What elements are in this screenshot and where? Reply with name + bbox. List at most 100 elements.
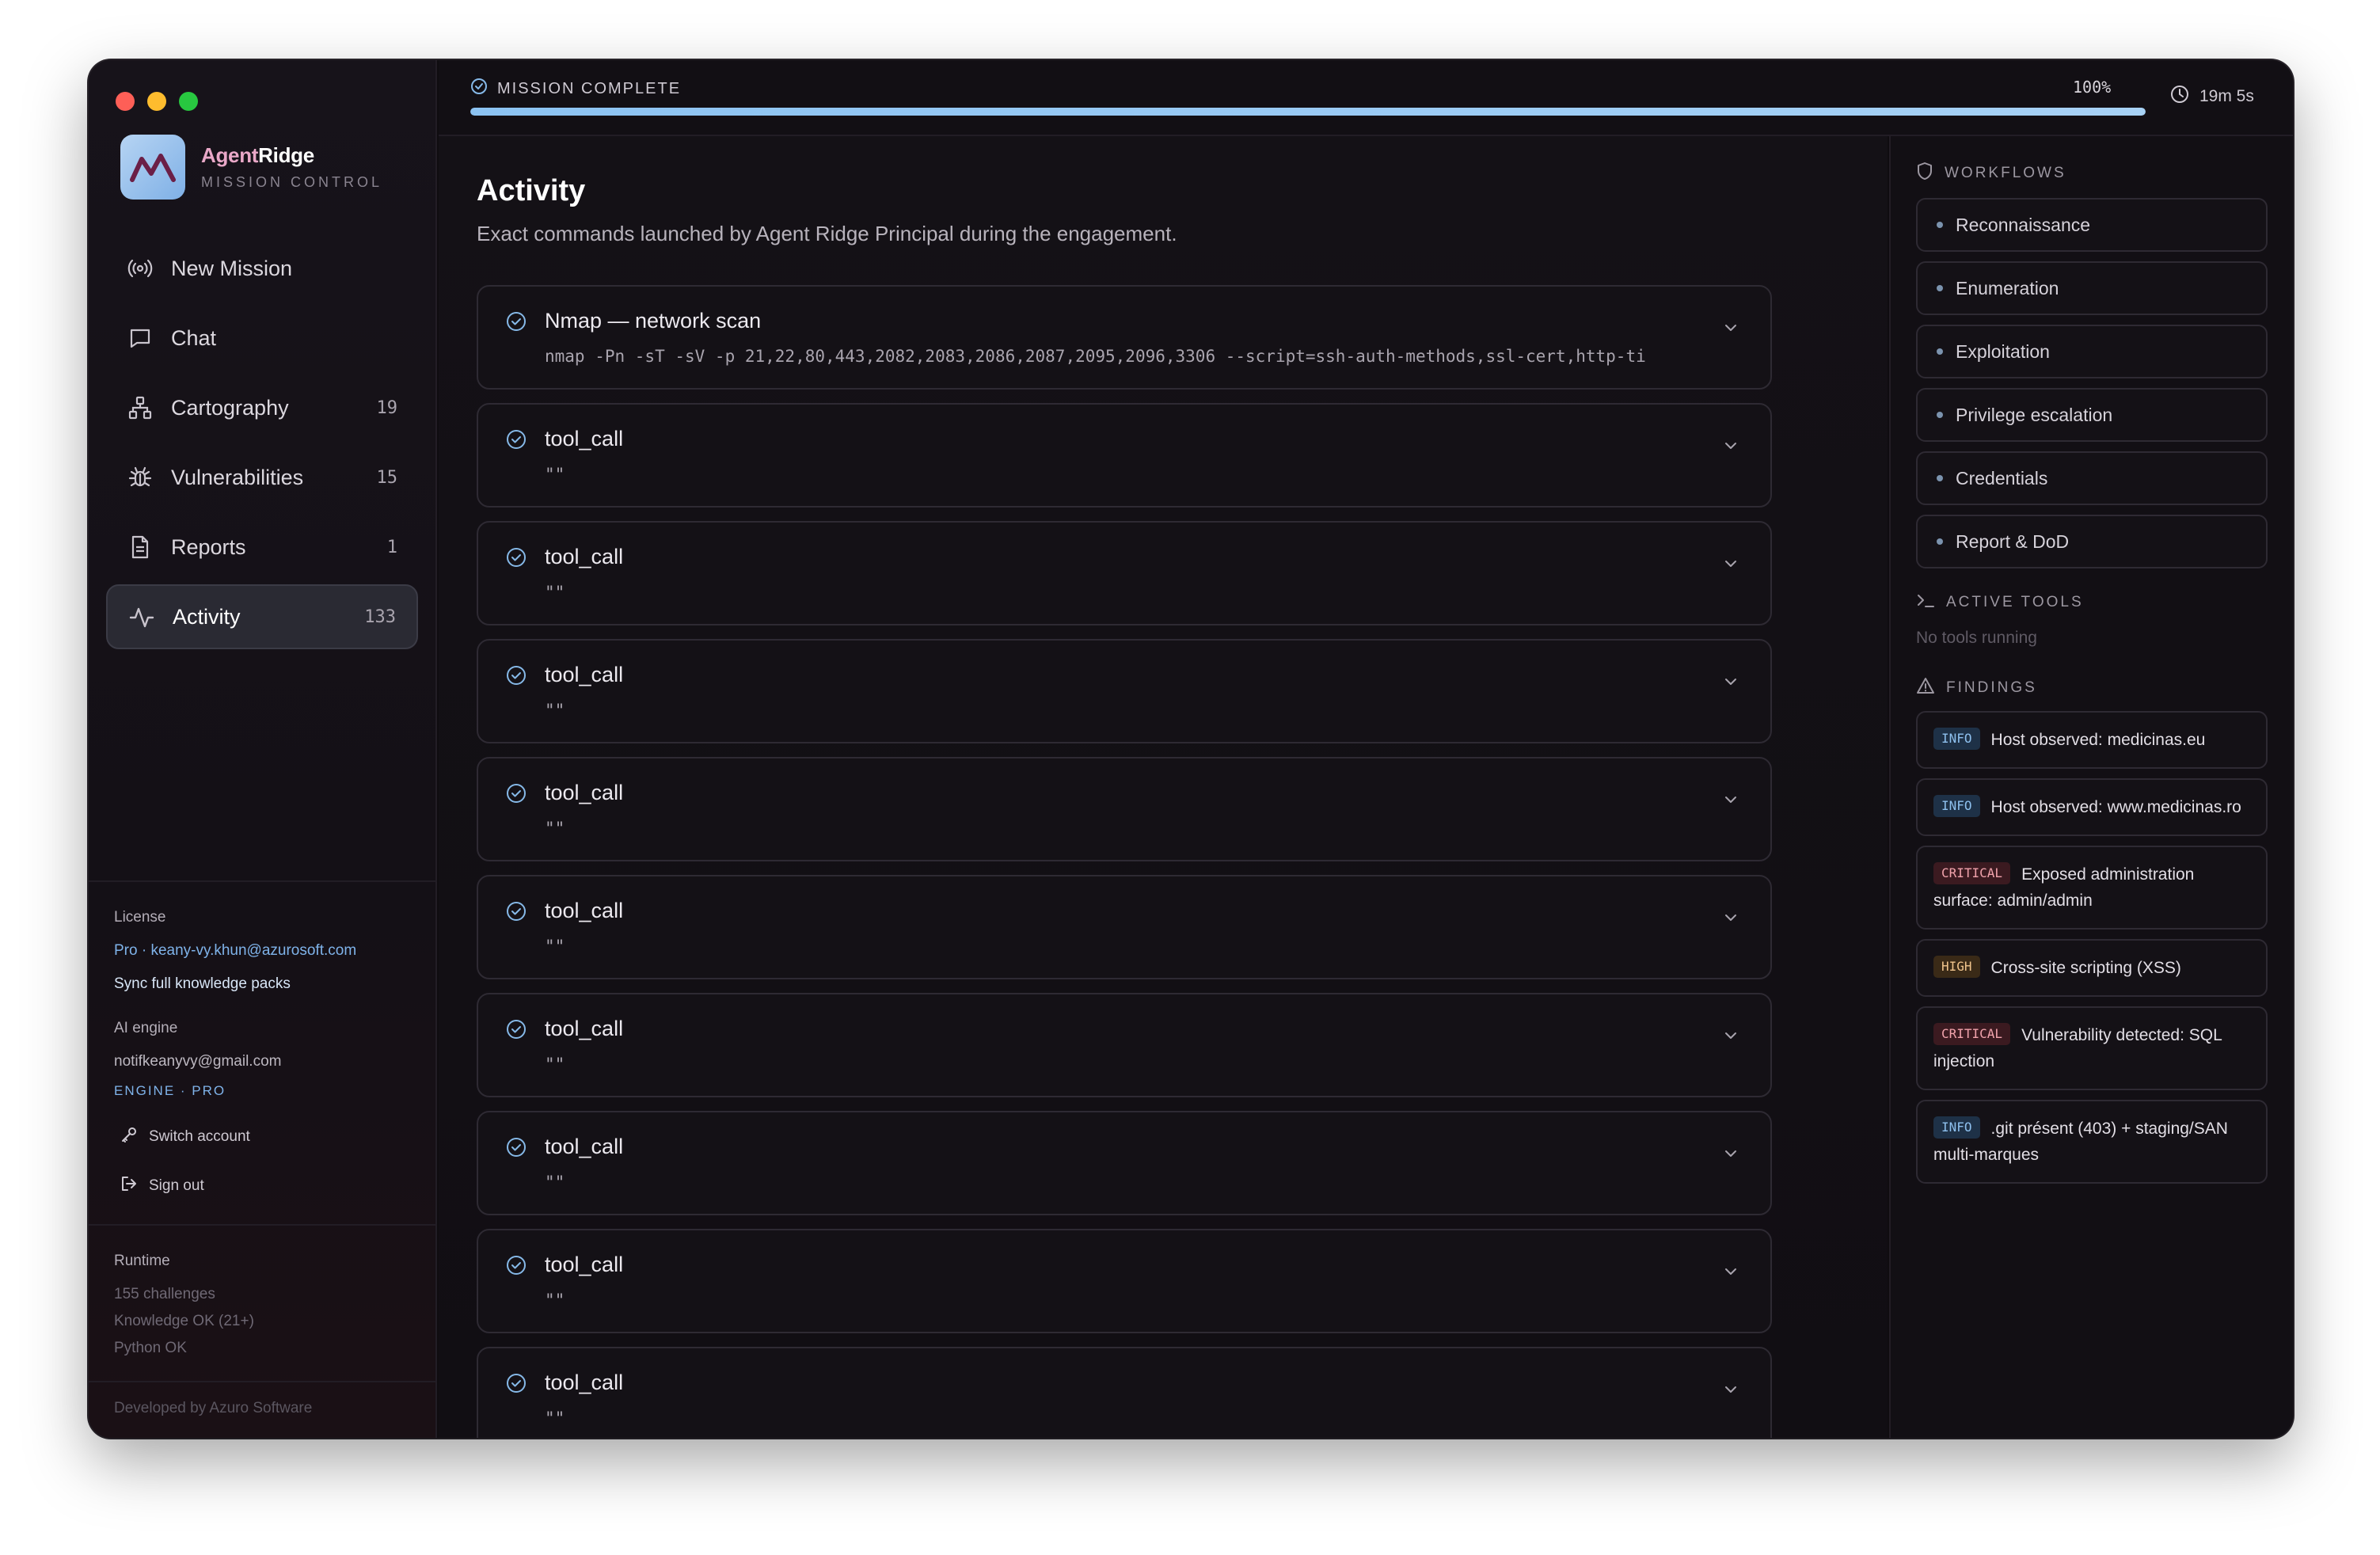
runtime-line: Knowledge OK (21+) (114, 1313, 254, 1329)
sidebar-item-new-mission[interactable]: New Mission (106, 236, 418, 301)
sidebar-nav: New Mission Chat Cartography 19 Vulnerab… (106, 236, 418, 654)
sidebar-item-count: 1 (386, 537, 397, 557)
check-circle-icon (505, 546, 527, 568)
findings-title: FINDINGS (1946, 679, 2037, 696)
chevron-down-icon[interactable] (1721, 672, 1740, 691)
activity-icon (128, 603, 155, 630)
status-dot (1937, 475, 1943, 481)
finding-item[interactable]: INFO Host observed: www.medicinas.ro (1916, 778, 2268, 836)
runtime-line: Python OK (114, 1340, 187, 1356)
switch-account-label: Switch account (149, 1128, 250, 1145)
elapsed-timer: 19m 5s (2169, 84, 2254, 109)
activity-item[interactable]: tool_call "" (477, 403, 1772, 508)
activity-item-command: "" (545, 1173, 565, 1192)
activity-item[interactable]: tool_call "" (477, 757, 1772, 861)
brand-name: AgentRidge (201, 143, 314, 167)
status-dot (1937, 412, 1943, 418)
activity-item[interactable]: tool_call "" (477, 1111, 1772, 1215)
finding-item[interactable]: INFO Host observed: medicinas.eu (1916, 711, 2268, 769)
mountain-logo-icon (120, 135, 185, 200)
finding-item[interactable]: INFO .git présent (403) + staging/SAN mul… (1916, 1100, 2268, 1184)
chevron-down-icon[interactable] (1721, 1026, 1740, 1045)
severity-badge: INFO (1933, 795, 1980, 818)
check-circle-icon (505, 900, 527, 922)
chevron-down-icon[interactable] (1721, 436, 1740, 455)
chevron-down-icon[interactable] (1721, 554, 1740, 573)
sidebar-item-reports[interactable]: Reports 1 (106, 515, 418, 580)
key-icon (120, 1126, 138, 1148)
status-dot (1937, 222, 1943, 228)
check-circle-icon (505, 1372, 527, 1394)
runtime-label: Runtime (114, 1253, 170, 1269)
sidebar-item-chat[interactable]: Chat (106, 306, 418, 371)
elapsed-time: 19m 5s (2199, 87, 2254, 105)
finding-item[interactable]: CRITICAL Vulnerability detected: SQL inje… (1916, 1006, 2268, 1090)
sidebar-item-vulnerabilities[interactable]: Vulnerabilities 15 (106, 445, 418, 510)
sign-out-button[interactable]: Sign out (114, 1175, 410, 1197)
chevron-down-icon[interactable] (1721, 318, 1740, 337)
activity-item-command: "" (545, 1409, 565, 1428)
finding-item[interactable]: CRITICAL Exposed administration surface: … (1916, 846, 2268, 930)
minimize-window-button[interactable] (147, 92, 166, 111)
mission-status-label: MISSION COMPLETE (497, 79, 682, 97)
finding-text: Cross-site scripting (XSS) (1990, 959, 2181, 977)
finding-item[interactable]: HIGH Cross-site scripting (XSS) (1916, 939, 2268, 997)
sync-knowledge-link[interactable]: Sync full knowledge packs (114, 975, 410, 993)
sign-out-icon (120, 1175, 138, 1197)
license-value-link[interactable]: Pro · keany-vy.khun@azurosoft.com (114, 942, 410, 960)
sidebar-item-activity[interactable]: Activity 133 (106, 584, 418, 649)
activity-main: Activity Exact commands launched by Agen… (439, 136, 1888, 1438)
chevron-down-icon[interactable] (1721, 1380, 1740, 1399)
sidebar-item-label: Reports (171, 534, 246, 559)
activity-list: Nmap — network scan nmap -Pn -sT -sV -p 2… (477, 285, 1772, 1438)
activity-item[interactable]: tool_call "" (477, 993, 1772, 1097)
activity-item-command: "" (545, 465, 565, 484)
workflow-label: Credentials (1956, 467, 2048, 489)
chevron-down-icon[interactable] (1721, 1144, 1740, 1163)
workflow-item[interactable]: Report & DoD (1916, 515, 2268, 568)
workflow-label: Report & DoD (1956, 530, 2070, 552)
close-window-button[interactable] (116, 92, 135, 111)
activity-item[interactable]: tool_call "" (477, 639, 1772, 743)
workflow-list: Reconnaissance Enumeration Exploitation Pri… (1916, 198, 2268, 568)
activity-item-title: tool_call (545, 663, 624, 686)
page-subtitle: Exact commands launched by Agent Ridge P… (477, 222, 1177, 245)
activity-item-title: tool_call (545, 1135, 624, 1158)
activity-item[interactable]: Nmap — network scan nmap -Pn -sT -sV -p 2… (477, 285, 1772, 390)
sidebar-item-cartography[interactable]: Cartography 19 (106, 375, 418, 440)
activity-item[interactable]: tool_call "" (477, 1347, 1772, 1438)
brand: AgentRidge MISSION CONTROL (120, 135, 382, 200)
check-circle-icon (505, 782, 527, 804)
license-label: License (114, 909, 166, 926)
status-dot (1937, 348, 1943, 355)
divider (89, 1224, 435, 1226)
maximize-window-button[interactable] (179, 92, 198, 111)
severity-badge: HIGH (1933, 956, 1980, 979)
workflow-item[interactable]: Reconnaissance (1916, 198, 2268, 252)
developer-credit: Developed by Azuro Software (89, 1381, 435, 1417)
status-dot (1937, 538, 1943, 545)
chevron-down-icon[interactable] (1721, 908, 1740, 927)
workflow-item[interactable]: Credentials (1916, 451, 2268, 505)
activity-item[interactable]: tool_call "" (477, 875, 1772, 979)
activity-item-title: tool_call (545, 427, 624, 451)
right-panel: WORKFLOWS Reconnaissance Enumeration Explo… (1889, 136, 2293, 1438)
sidebar-item-label: New Mission (171, 256, 293, 280)
check-circle-icon (505, 1254, 527, 1276)
broadcast-icon (127, 255, 154, 282)
chevron-down-icon[interactable] (1721, 790, 1740, 809)
workflows-title: WORKFLOWS (1945, 165, 2066, 181)
activity-item[interactable]: tool_call "" (477, 521, 1772, 625)
activity-item-command: "" (545, 583, 565, 602)
workflow-item[interactable]: Enumeration (1916, 261, 2268, 315)
switch-account-button[interactable]: Switch account (114, 1126, 410, 1148)
workflow-item[interactable]: Privilege escalation (1916, 388, 2268, 442)
chevron-down-icon[interactable] (1721, 1262, 1740, 1281)
workflow-item[interactable]: Exploitation (1916, 325, 2268, 378)
activity-item-command: "" (545, 1291, 565, 1310)
activity-item-title: tool_call (545, 1017, 624, 1040)
ai-engine-email: notifkeanyvy@gmail.com (114, 1053, 282, 1070)
severity-badge: CRITICAL (1933, 862, 2011, 885)
severity-badge: INFO (1933, 728, 1980, 751)
activity-item[interactable]: tool_call "" (477, 1229, 1772, 1333)
